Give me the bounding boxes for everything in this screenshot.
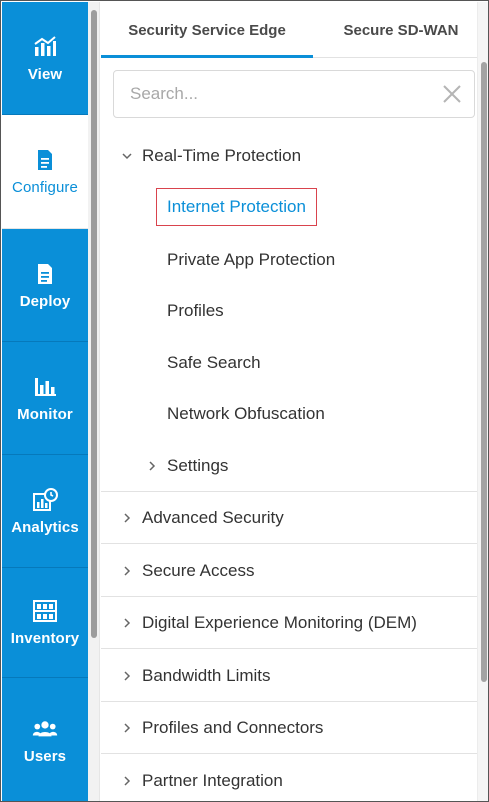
active-tab-indicator	[101, 55, 313, 58]
nav-item-label: Deploy	[19, 292, 71, 310]
nav-item-monitor[interactable]: Monitor	[2, 342, 88, 455]
tree-section-profiles-and-connectors[interactable]: Profiles and Connectors	[101, 702, 479, 754]
panel-scrollbar-thumb[interactable]	[481, 62, 487, 682]
nav-item-label: Analytics	[11, 518, 79, 536]
tree-item-label: Settings	[167, 456, 229, 475]
chart-bars-icon	[32, 34, 58, 60]
nav-item-inventory[interactable]: Inventory	[2, 568, 88, 678]
tree-section-secure-access[interactable]: Secure Access	[101, 545, 479, 597]
tree-item-label: Advanced Security	[142, 508, 284, 527]
tree-item-label: Digital Experience Monitoring (DEM)	[142, 613, 417, 632]
chevron-right-icon[interactable]	[121, 722, 133, 734]
tree-section-partner-integration[interactable]: Partner Integration	[101, 755, 479, 801]
tree-item-real-time-protection[interactable]: Real-Time Protection	[101, 130, 479, 182]
nav-scrollbar[interactable]	[88, 2, 100, 801]
tree-item-profiles[interactable]: Profiles	[101, 285, 479, 337]
tree-item-label: Profiles and Connectors	[142, 718, 324, 737]
users-icon	[32, 716, 58, 742]
panel-scrollbar[interactable]	[477, 2, 488, 801]
tree-item-label: Partner Integration	[142, 771, 283, 790]
nav-item-deploy[interactable]: Deploy	[2, 229, 88, 342]
nav-item-label: View	[27, 65, 63, 83]
tree-item-safe-search[interactable]: Safe Search	[101, 337, 479, 389]
document-icon	[32, 147, 58, 173]
chevron-right-icon[interactable]	[121, 565, 133, 577]
nav-scrollbar-thumb[interactable]	[91, 10, 97, 638]
tree-item-label: Secure Access	[142, 561, 255, 580]
inventory-icon	[32, 598, 58, 624]
tree-section-bandwidth-limits[interactable]: Bandwidth Limits	[101, 650, 479, 702]
search-box	[113, 70, 475, 118]
tree-item-label: Network Obfuscation	[167, 404, 325, 423]
search-input[interactable]	[114, 71, 434, 117]
close-icon[interactable]	[442, 84, 462, 104]
nav-item-label: Users	[23, 747, 67, 765]
nav-item-label: Monitor	[17, 405, 73, 423]
tab-secure-sd-wan[interactable]: Secure SD-WAN	[313, 2, 488, 58]
nav-item-users[interactable]: Users	[2, 678, 88, 801]
nav-item-analytics[interactable]: Analytics	[2, 455, 88, 568]
app-frame: View Configure Deploy Monitor Analytics	[0, 0, 489, 802]
nav-item-configure[interactable]: Configure	[2, 115, 88, 229]
tree-item-label: Profiles	[167, 301, 224, 320]
document-icon	[32, 261, 58, 287]
chevron-right-icon[interactable]	[121, 512, 133, 524]
bar-chart-icon	[32, 374, 58, 400]
tree-item-internet-protection[interactable]: Internet Protection	[101, 182, 479, 234]
chart-clock-icon	[32, 487, 58, 513]
tree-item-label: Safe Search	[167, 353, 261, 372]
tree-item-label: Internet Protection	[156, 188, 317, 226]
chevron-right-icon[interactable]	[121, 775, 133, 787]
tree-item-label: Private App Protection	[167, 250, 336, 269]
tree-item-label: Bandwidth Limits	[142, 666, 271, 685]
chevron-right-icon[interactable]	[121, 670, 133, 682]
tree-item-private-app-protection[interactable]: Private App Protection	[101, 234, 479, 286]
config-panel: Security Service Edge Secure SD-WAN Real…	[101, 2, 488, 801]
nav-rail: View Configure Deploy Monitor Analytics	[2, 2, 88, 801]
chevron-right-icon[interactable]	[121, 617, 133, 629]
nav-item-view[interactable]: View	[2, 2, 88, 115]
nav-item-label: Inventory	[10, 630, 80, 647]
tab-bar: Security Service Edge Secure SD-WAN	[101, 2, 488, 58]
tree-section-advanced-security[interactable]: Advanced Security	[101, 492, 479, 544]
tree-item-network-obfuscation[interactable]: Network Obfuscation	[101, 388, 479, 440]
tree-item-label: Real-Time Protection	[142, 146, 302, 165]
tab-security-service-edge[interactable]: Security Service Edge	[101, 2, 313, 58]
nav-item-label: Configure	[12, 179, 78, 196]
tree-section-dem[interactable]: Digital Experience Monitoring (DEM)	[101, 597, 479, 649]
tree-item-settings[interactable]: Settings	[101, 440, 479, 492]
chevron-right-icon[interactable]	[146, 460, 158, 472]
chevron-down-icon[interactable]	[121, 150, 133, 162]
